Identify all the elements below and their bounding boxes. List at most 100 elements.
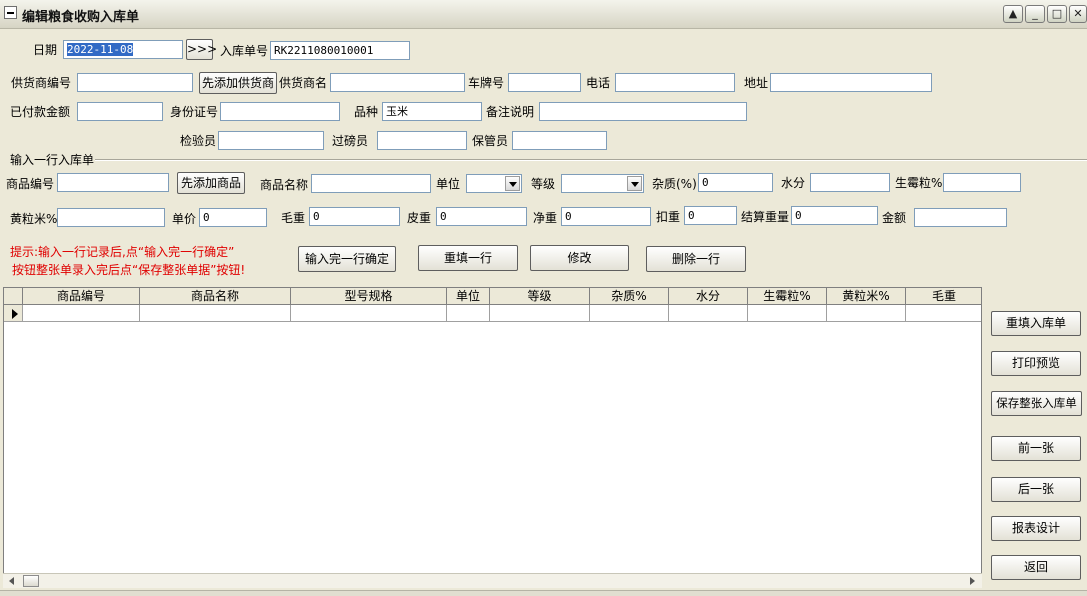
col-header[interactable]: 毛重 bbox=[906, 288, 981, 305]
receipt-grid[interactable]: 商品编号 商品名称 型号规格 单位 等级 杂质% 水分 生霉粒% 黄粒米% 毛重 bbox=[3, 287, 982, 587]
amount-input[interactable] bbox=[914, 208, 1007, 227]
inspector-input[interactable] bbox=[218, 131, 324, 150]
scroll-up-button[interactable]: ▲ bbox=[1003, 5, 1023, 23]
date-picker-button[interactable]: >>> bbox=[186, 39, 217, 60]
date-value: 2022-11-08 bbox=[67, 43, 134, 56]
address-input[interactable] bbox=[770, 73, 932, 92]
grid-cell[interactable] bbox=[669, 305, 748, 322]
row-pointer-icon bbox=[12, 309, 18, 319]
weigher-label: 过磅员 bbox=[332, 134, 369, 148]
next-button[interactable]: 后一张 bbox=[991, 477, 1081, 502]
grid-cell[interactable] bbox=[590, 305, 669, 322]
impurity-label: 杂质(%) bbox=[652, 177, 697, 191]
gross-label: 毛重 bbox=[281, 211, 306, 225]
scroll-right-icon[interactable] bbox=[970, 577, 975, 585]
minimize-button[interactable]: _ bbox=[1025, 5, 1045, 23]
receipt-no-input[interactable]: RK2211080010001 bbox=[270, 41, 410, 60]
moisture-input[interactable] bbox=[810, 173, 890, 192]
grid-cell[interactable] bbox=[23, 305, 140, 322]
col-header[interactable]: 单位 bbox=[447, 288, 490, 305]
col-header[interactable]: 水分 bbox=[669, 288, 748, 305]
moisture-label: 水分 bbox=[781, 176, 806, 190]
product-no-input[interactable] bbox=[57, 173, 169, 192]
address-label: 地址 bbox=[744, 76, 769, 90]
unit-select[interactable] bbox=[466, 174, 522, 193]
keeper-input[interactable] bbox=[512, 131, 607, 150]
add-product-button[interactable]: 先添加商品 bbox=[177, 172, 245, 194]
phone-label: 电话 bbox=[586, 76, 611, 90]
status-strip bbox=[0, 590, 1087, 596]
id-card-label: 身份证号 bbox=[170, 105, 219, 119]
print-preview-button[interactable]: 打印预览 bbox=[991, 351, 1081, 376]
variety-label: 品种 bbox=[354, 105, 379, 119]
grade-select[interactable] bbox=[561, 174, 644, 193]
col-header[interactable]: 生霉粒% bbox=[748, 288, 827, 305]
keeper-label: 保管员 bbox=[472, 134, 509, 148]
save-receipt-button[interactable]: 保存整张入库单 bbox=[991, 391, 1082, 416]
gross-input[interactable]: 0 bbox=[309, 207, 400, 226]
date-input[interactable]: 2022-11-08 bbox=[63, 40, 183, 59]
remark-input[interactable] bbox=[539, 102, 747, 121]
tare-label: 皮重 bbox=[407, 211, 432, 225]
settle-label: 结算重量 bbox=[741, 210, 790, 224]
plate-input[interactable] bbox=[508, 73, 581, 92]
grid-corner bbox=[4, 288, 23, 305]
prev-button[interactable]: 前一张 bbox=[991, 436, 1081, 461]
grid-cell[interactable] bbox=[140, 305, 291, 322]
product-name-input[interactable] bbox=[311, 174, 431, 193]
weigher-input[interactable] bbox=[377, 131, 467, 150]
date-label: 日期 bbox=[33, 43, 58, 57]
window-title: 编辑粮食收购入库单 bbox=[22, 10, 140, 25]
chevron-down-icon[interactable] bbox=[505, 176, 520, 191]
deduct-input[interactable]: 0 bbox=[684, 206, 737, 225]
horizontal-scrollbar[interactable] bbox=[3, 573, 982, 588]
scroll-left-icon[interactable] bbox=[9, 577, 14, 585]
maximize-button[interactable]: □ bbox=[1047, 5, 1067, 23]
yellow-input[interactable] bbox=[57, 208, 165, 227]
supplier-name-input[interactable] bbox=[330, 73, 465, 92]
mildew-label: 生霉粒% bbox=[895, 176, 943, 190]
col-header[interactable]: 等级 bbox=[490, 288, 590, 305]
grid-cell[interactable] bbox=[291, 305, 447, 322]
grid-cell[interactable] bbox=[748, 305, 827, 322]
grid-cell[interactable] bbox=[827, 305, 906, 322]
grid-cell[interactable] bbox=[906, 305, 981, 322]
scroll-thumb[interactable] bbox=[23, 575, 39, 587]
net-input[interactable]: 0 bbox=[561, 207, 651, 226]
delete-row-button[interactable]: 删除一行 bbox=[646, 246, 746, 272]
grid-cell[interactable] bbox=[490, 305, 590, 322]
chevron-down-icon[interactable] bbox=[627, 176, 642, 191]
price-input[interactable]: 0 bbox=[199, 208, 267, 227]
col-header[interactable]: 杂质% bbox=[590, 288, 669, 305]
remark-label: 备注说明 bbox=[486, 105, 535, 119]
refill-receipt-button[interactable]: 重填入库单 bbox=[991, 311, 1081, 336]
line-entry-group-label: 输入一行入库单 bbox=[10, 153, 95, 167]
mildew-input[interactable] bbox=[943, 173, 1021, 192]
close-button[interactable]: ✕ bbox=[1069, 5, 1087, 23]
id-card-input[interactable] bbox=[220, 102, 340, 121]
supplier-name-label: 供货商名 bbox=[279, 76, 328, 90]
col-header[interactable]: 商品编号 bbox=[23, 288, 140, 305]
col-header[interactable]: 型号规格 bbox=[291, 288, 447, 305]
confirm-row-button[interactable]: 输入完一行确定 bbox=[298, 246, 396, 272]
group-divider bbox=[95, 159, 1087, 161]
refill-row-button[interactable]: 重填一行 bbox=[418, 245, 518, 271]
variety-input[interactable]: 玉米 bbox=[382, 102, 482, 121]
grid-cell[interactable] bbox=[447, 305, 490, 322]
price-label: 单价 bbox=[172, 212, 197, 226]
amount-label: 金额 bbox=[882, 211, 907, 225]
system-menu-icon[interactable] bbox=[4, 6, 17, 19]
report-design-button[interactable]: 报表设计 bbox=[991, 516, 1081, 541]
receipt-no-label: 入库单号 bbox=[220, 44, 269, 58]
col-header[interactable]: 黄粒米% bbox=[827, 288, 906, 305]
phone-input[interactable] bbox=[615, 73, 735, 92]
settle-input[interactable]: 0 bbox=[791, 206, 878, 225]
tare-input[interactable]: 0 bbox=[436, 207, 527, 226]
add-supplier-button[interactable]: 先添加供货商 bbox=[199, 72, 277, 94]
paid-amount-input[interactable] bbox=[77, 102, 163, 121]
back-button[interactable]: 返回 bbox=[991, 555, 1081, 580]
modify-button[interactable]: 修改 bbox=[530, 245, 629, 271]
impurity-input[interactable]: 0 bbox=[698, 173, 773, 192]
supplier-no-input[interactable] bbox=[77, 73, 193, 92]
col-header[interactable]: 商品名称 bbox=[140, 288, 291, 305]
